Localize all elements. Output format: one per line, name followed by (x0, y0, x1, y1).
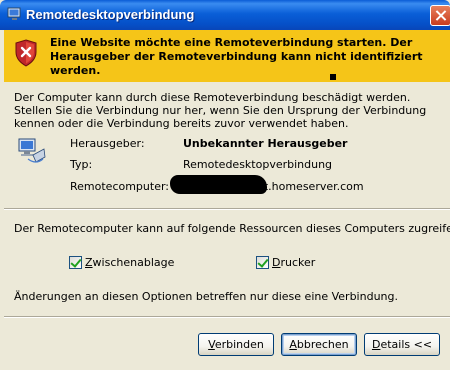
cancel-button[interactable]: Abbrechen (281, 333, 357, 356)
window-title: Remotedesktopverbindung (26, 7, 195, 22)
type-value: Remotedesktopverbindung (183, 158, 333, 171)
clipboard-label[interactable]: Zwischenablage (85, 256, 174, 269)
details-button[interactable]: Details << (364, 333, 440, 356)
close-button[interactable] (430, 5, 450, 26)
clipboard-checkbox[interactable] (69, 256, 82, 269)
cursor-marker (330, 74, 336, 80)
warning-banner: Eine Website möchte eine Remoteverbindun… (4, 30, 450, 82)
connect-button[interactable]: Verbinden (198, 333, 274, 356)
title-bar[interactable]: Remotedesktopverbindung (0, 0, 450, 30)
printer-label[interactable]: Drucker (272, 256, 315, 269)
type-label: Typ: (70, 158, 93, 171)
separator (4, 316, 450, 318)
remote-desktop-icon (7, 7, 21, 20)
warning-text: Eine Website möchte eine Remoteverbindun… (50, 36, 423, 77)
redaction-mark (170, 175, 267, 194)
publisher-label: Herausgeber: (70, 137, 145, 150)
intro-text: Der Computer kann durch diese Remoteverb… (14, 91, 427, 130)
separator (4, 208, 450, 210)
dialog-window: Remotedesktopverbindung Eine Website möc… (0, 0, 450, 370)
publisher-value: Unbekannter Herausgeber (183, 137, 348, 150)
remote-computer-label: Remotecomputer: (70, 180, 170, 193)
resources-note: Der Remotecomputer kann auf folgende Res… (14, 222, 450, 235)
remote-computer-value: eit.homeserver.com (254, 180, 364, 193)
change-note: Änderungen an diesen Optionen betreffen … (14, 290, 398, 303)
printer-checkbox[interactable] (256, 256, 269, 269)
security-shield-icon (15, 39, 37, 67)
remote-computer-icon (18, 138, 46, 163)
